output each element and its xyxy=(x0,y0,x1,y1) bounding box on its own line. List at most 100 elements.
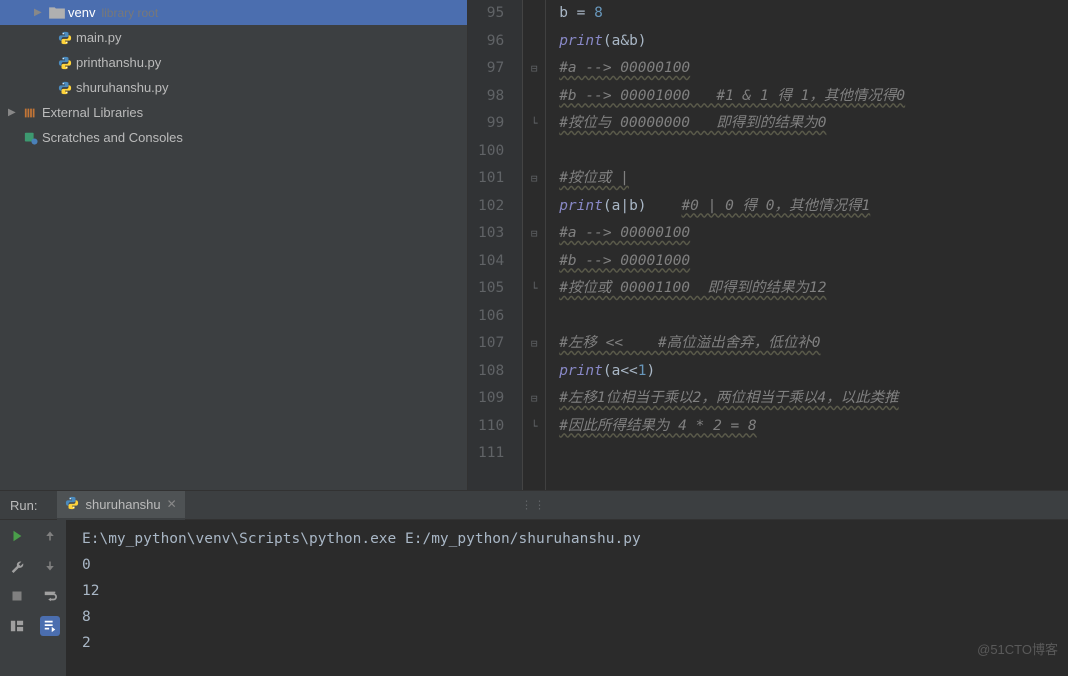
fold-marker xyxy=(527,440,541,468)
python-icon xyxy=(56,31,74,45)
code-line[interactable]: #b --> 00001000 xyxy=(559,248,1068,276)
close-icon[interactable]: ✕ xyxy=(167,497,177,511)
code-line[interactable]: #左移1位相当于乘以2，两位相当于乘以4，以此类推 xyxy=(559,385,1068,413)
project-sidebar: ▶ venv library root main.py printhanshu.p… xyxy=(0,0,468,490)
tree-label: Scratches and Consoles xyxy=(42,130,183,145)
run-panel: Run: shuruhanshu ✕ ⋮⋮ xyxy=(0,490,1068,676)
code-line[interactable]: #左移 << #高位溢出舍弃，低位补0 xyxy=(559,330,1068,358)
line-number: 96 xyxy=(478,28,504,56)
main-area: ▶ venv library root main.py printhanshu.p… xyxy=(0,0,1068,490)
tree-item-file[interactable]: shuruhanshu.py xyxy=(0,75,467,100)
python-icon xyxy=(56,56,74,70)
split-grip[interactable]: ⋮⋮ xyxy=(521,499,547,512)
folder-icon xyxy=(48,4,66,22)
console-line: E:\my_python\venv\Scripts\python.exe E:/… xyxy=(82,526,1068,552)
run-body: E:\my_python\venv\Scripts\python.exe E:/… xyxy=(0,520,1068,676)
fold-marker xyxy=(527,193,541,221)
line-number: 98 xyxy=(478,83,504,111)
code-line[interactable]: print(a&b) xyxy=(559,28,1068,56)
tree-item-file[interactable]: main.py xyxy=(0,25,467,50)
console-line: 12 xyxy=(82,578,1068,604)
tree-label: main.py xyxy=(76,30,122,45)
fold-marker[interactable]: ⊟ xyxy=(527,220,541,248)
fold-marker xyxy=(527,83,541,111)
line-number: 101 xyxy=(478,165,504,193)
line-number: 105 xyxy=(478,275,504,303)
library-icon xyxy=(22,106,40,120)
run-label: Run: xyxy=(10,498,37,513)
line-number: 99 xyxy=(478,110,504,138)
code-line[interactable]: #a --> 00000100 xyxy=(559,220,1068,248)
line-number: 107 xyxy=(478,330,504,358)
soft-wrap-icon[interactable] xyxy=(40,586,60,606)
run-header: Run: shuruhanshu ✕ ⋮⋮ xyxy=(0,491,1068,520)
fold-marker xyxy=(527,248,541,276)
fold-marker xyxy=(527,138,541,166)
line-number: 103 xyxy=(478,220,504,248)
line-number: 97 xyxy=(478,55,504,83)
up-arrow-icon[interactable] xyxy=(40,526,60,546)
fold-marker[interactable]: ⊟ xyxy=(527,330,541,358)
tree-label: shuruhanshu.py xyxy=(76,80,169,95)
line-number: 95 xyxy=(478,0,504,28)
tree-label: venv xyxy=(68,5,95,20)
fold-marker[interactable]: ⊟ xyxy=(527,165,541,193)
code-line[interactable]: #因此所得结果为 4 * 2 = 8 xyxy=(559,413,1068,441)
code-line[interactable]: #b --> 00001000 #1 & 1 得 1，其他情况得0 xyxy=(559,83,1068,111)
fold-marker xyxy=(527,28,541,56)
line-number: 111 xyxy=(478,440,504,468)
code-line[interactable]: #按位或 | xyxy=(559,165,1068,193)
fold-marker xyxy=(527,0,541,28)
layout-button[interactable] xyxy=(7,616,27,636)
code-line[interactable] xyxy=(559,440,1068,468)
line-number: 106 xyxy=(478,303,504,331)
line-number: 102 xyxy=(478,193,504,221)
fold-marker xyxy=(527,358,541,386)
fold-marker[interactable]: └ xyxy=(527,413,541,441)
run-tab[interactable]: shuruhanshu ✕ xyxy=(57,491,184,520)
python-icon xyxy=(56,81,74,95)
code-editor[interactable]: 9596979899100101102103104105106107108109… xyxy=(468,0,1068,490)
indent-guide xyxy=(545,0,546,490)
scroll-end-icon[interactable] xyxy=(40,616,60,636)
down-arrow-icon[interactable] xyxy=(40,556,60,576)
line-number: 100 xyxy=(478,138,504,166)
watermark: @51CTO博客 xyxy=(977,639,1058,658)
chevron-right-icon: ▶ xyxy=(34,7,48,18)
tree-item-file[interactable]: printhanshu.py xyxy=(0,50,467,75)
scratches-icon xyxy=(22,131,40,145)
line-number: 109 xyxy=(478,385,504,413)
fold-marker xyxy=(527,303,541,331)
code-line[interactable]: print(a<<1) xyxy=(559,358,1068,386)
code-line[interactable] xyxy=(559,303,1068,331)
console-output[interactable]: E:\my_python\venv\Scripts\python.exe E:/… xyxy=(66,520,1068,676)
line-number: 108 xyxy=(478,358,504,386)
console-line: 8 xyxy=(82,604,1068,630)
tree-item-external[interactable]: ▶ External Libraries xyxy=(0,100,467,125)
console-line: 0 xyxy=(82,552,1068,578)
wrench-icon[interactable] xyxy=(7,556,27,576)
run-toolbar-left xyxy=(0,520,33,676)
run-tab-label: shuruhanshu xyxy=(85,497,160,512)
fold-marker[interactable]: └ xyxy=(527,110,541,138)
line-gutter: 9596979899100101102103104105106107108109… xyxy=(468,0,523,490)
python-icon xyxy=(65,496,79,513)
code-line[interactable]: b = 8 xyxy=(559,0,1068,28)
code-line[interactable] xyxy=(559,138,1068,166)
tree-label: External Libraries xyxy=(42,105,143,120)
code-line[interactable]: #按位或 00001100 即得到的结果为12 xyxy=(559,275,1068,303)
tree-label: printhanshu.py xyxy=(76,55,161,70)
code-line[interactable]: #按位与 00000000 即得到的结果为0 xyxy=(559,110,1068,138)
chevron-right-icon: ▶ xyxy=(8,107,22,118)
line-number: 110 xyxy=(478,413,504,441)
code-area[interactable]: ⊟└⊟⊟└⊟⊟└ b = 8print(a&b)#a --> 00000100#… xyxy=(523,0,1068,490)
fold-marker[interactable]: ⊟ xyxy=(527,55,541,83)
tree-item-venv[interactable]: ▶ venv library root xyxy=(0,0,467,25)
fold-marker[interactable]: └ xyxy=(527,275,541,303)
stop-button[interactable] xyxy=(7,586,27,606)
code-line[interactable]: #a --> 00000100 xyxy=(559,55,1068,83)
fold-marker[interactable]: ⊟ xyxy=(527,385,541,413)
tree-item-scratches[interactable]: Scratches and Consoles xyxy=(0,125,467,150)
code-line[interactable]: print(a|b) #0 | 0 得 0，其他情况得1 xyxy=(559,193,1068,221)
rerun-button[interactable] xyxy=(7,526,27,546)
